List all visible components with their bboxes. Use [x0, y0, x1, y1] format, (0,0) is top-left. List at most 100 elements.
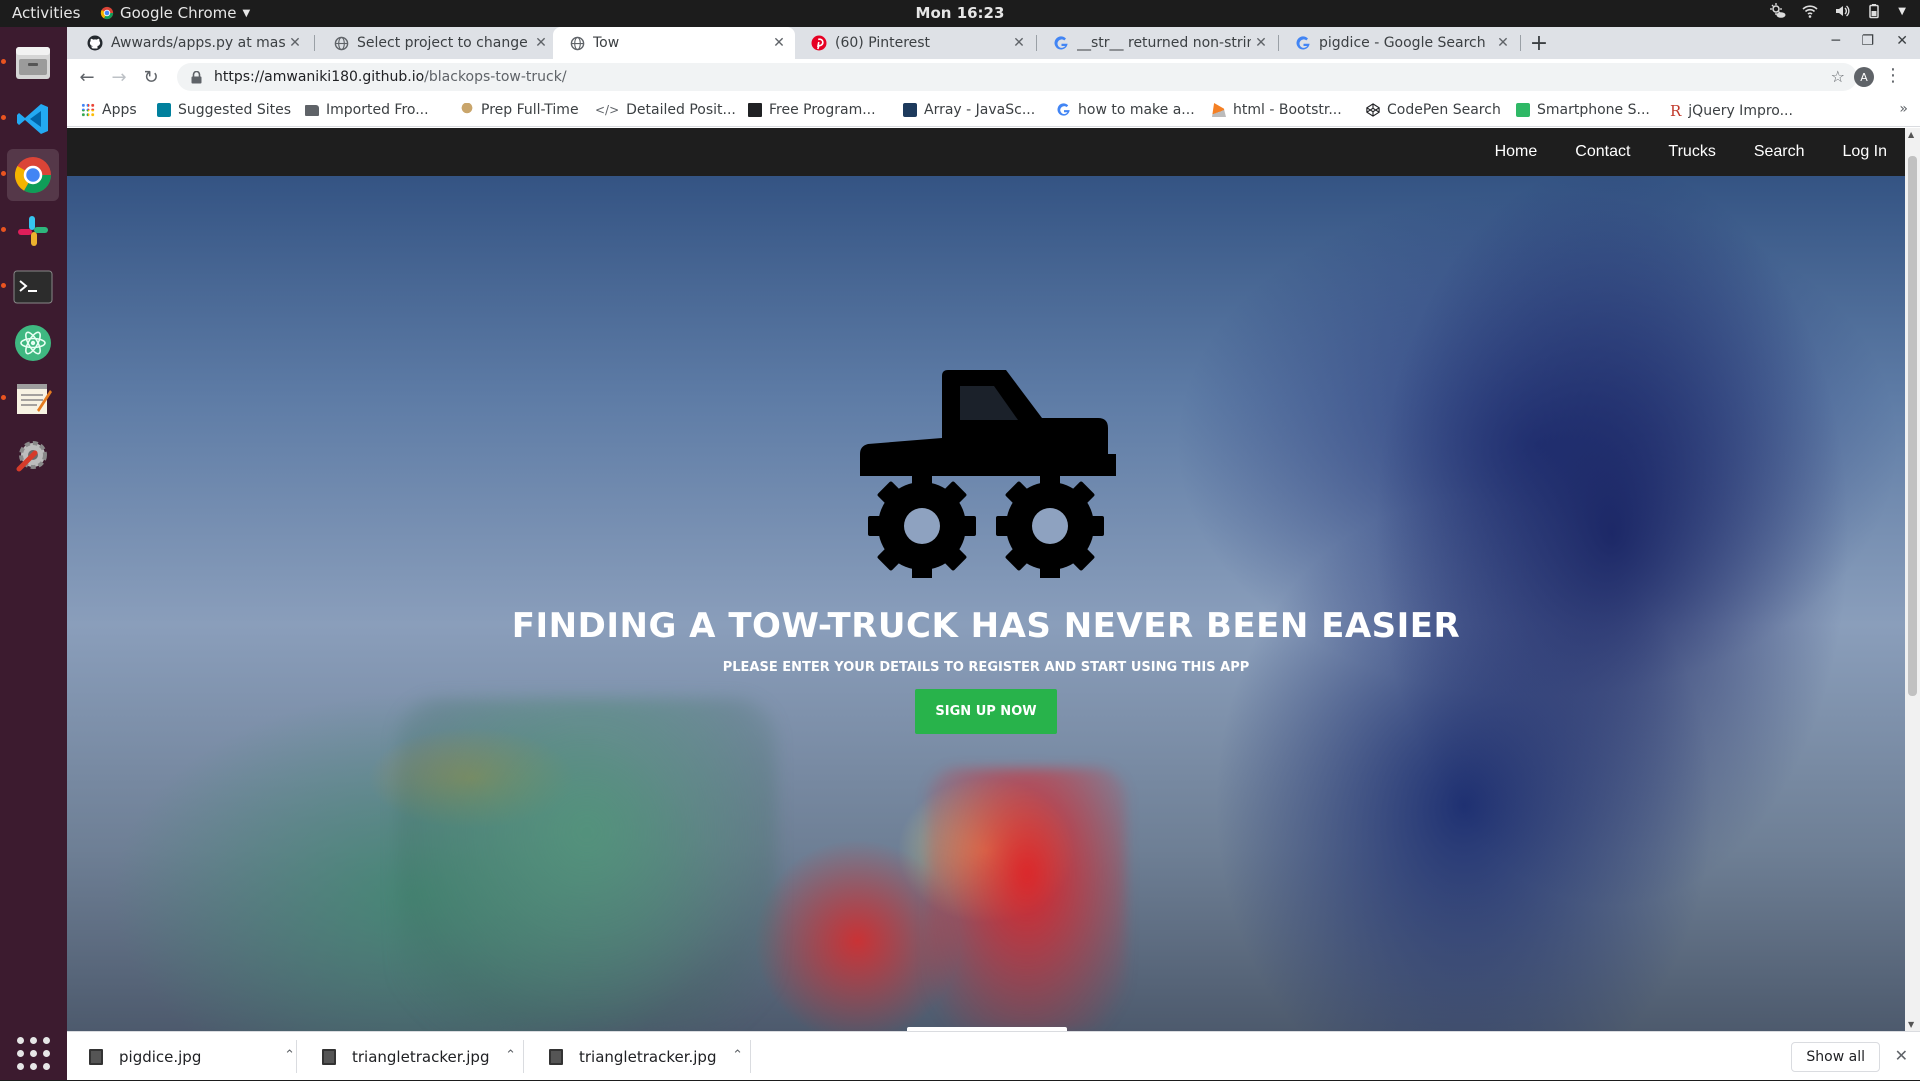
bookmark-imported[interactable]: Imported Fro... — [305, 102, 429, 118]
forward-button[interactable]: → — [107, 65, 131, 89]
chevron-up-icon[interactable]: ⌃ — [284, 1048, 295, 1063]
chrome-menu-icon[interactable]: ⋮ — [1884, 65, 1902, 86]
tree-icon — [460, 103, 474, 117]
dock-slack[interactable] — [7, 205, 59, 257]
lock-icon — [191, 70, 202, 83]
codepen-icon — [1366, 103, 1380, 117]
show-applications-button[interactable] — [7, 1027, 59, 1079]
bookmark-detailed-posit[interactable]: </> Detailed Posit... — [595, 102, 736, 118]
vscode-icon — [17, 104, 48, 134]
bookmark-label: Smartphone S... — [1537, 102, 1650, 118]
nav-search-link[interactable]: Search — [1754, 143, 1805, 161]
nav-login-link[interactable]: Log In — [1843, 143, 1887, 161]
download-item[interactable]: pigdice.jpg ⌃ — [67, 1032, 309, 1081]
dock-files[interactable] — [7, 37, 59, 89]
dock-atom[interactable] — [7, 317, 59, 369]
tab-select-project[interactable]: Select project to change | ✕ — [317, 27, 557, 59]
close-tab-icon[interactable]: ✕ — [769, 35, 789, 51]
chevron-up-icon[interactable]: ⌃ — [732, 1048, 743, 1063]
bookmark-array-javascript[interactable]: Array - JavaSc... — [903, 102, 1035, 118]
tab-str-returned[interactable]: __str__ returned non-strin ✕ — [1037, 27, 1277, 59]
book-icon — [748, 103, 762, 117]
profile-avatar[interactable]: A — [1854, 67, 1874, 87]
close-tab-icon[interactable]: ✕ — [1251, 35, 1271, 51]
tab-awwards[interactable]: Awwards/apps.py at mast ✕ — [71, 27, 311, 59]
dock-vscode[interactable] — [7, 93, 59, 145]
bookmark-label: how to make a... — [1078, 102, 1195, 118]
bookmarks-overflow-icon[interactable]: » — [1899, 101, 1908, 117]
reload-button[interactable]: ↻ — [139, 65, 163, 89]
close-tab-icon[interactable]: ✕ — [1493, 35, 1513, 51]
r-icon: R — [1670, 102, 1682, 120]
image-file-icon — [322, 1048, 336, 1065]
bookmark-html-bootstrap[interactable]: html - Bootstr... — [1212, 102, 1342, 118]
bookmarks-bar: Apps Suggested Sites Imported Fro... Pre… — [67, 95, 1920, 127]
dock-chrome[interactable] — [7, 149, 59, 201]
github-icon — [87, 35, 103, 51]
notepad-icon — [17, 384, 52, 414]
hero-content: FINDING A TOW-TRUCK HAS NEVER BEEN EASIE… — [67, 368, 1905, 734]
code-icon: </> — [595, 103, 620, 117]
activities-button[interactable]: Activities — [12, 4, 80, 22]
dock-text-editor[interactable] — [7, 373, 59, 425]
vertical-scrollbar[interactable]: ▲ ▼ — [1905, 128, 1920, 1031]
tab-title: (60) Pinterest — [835, 35, 931, 51]
download-item[interactable]: triangletracker.jpg ⌃ — [527, 1032, 757, 1081]
bookmark-star-icon[interactable]: ☆ — [1831, 67, 1845, 86]
close-window-icon[interactable]: ✕ — [1896, 33, 1908, 49]
terminal-icon — [13, 270, 53, 304]
bookmark-suggested-sites[interactable]: Suggested Sites — [157, 102, 291, 118]
tab-tow-active[interactable]: Tow ✕ — [553, 27, 795, 59]
bookmark-apps[interactable]: Apps — [81, 102, 137, 118]
nav-home-link[interactable]: Home — [1495, 143, 1538, 161]
image-file-icon — [89, 1048, 103, 1065]
scrollbar-thumb[interactable] — [1908, 156, 1917, 696]
apps-grid-icon — [16, 1036, 50, 1070]
download-item[interactable]: triangletracker.jpg ⌃ — [300, 1032, 530, 1081]
bookmark-free-program[interactable]: Free Program... — [748, 102, 876, 118]
download-filename: pigdice.jpg — [119, 1047, 202, 1066]
sign-up-button[interactable]: SIGN UP NOW — [915, 689, 1057, 734]
dock-settings[interactable] — [7, 429, 59, 481]
bookmark-jquery[interactable]: R jQuery Impro... — [1670, 102, 1793, 120]
monster-truck-icon — [860, 370, 1116, 578]
close-tab-icon[interactable]: ✕ — [531, 35, 551, 51]
wifi-icon — [1802, 5, 1818, 18]
file-cabinet-icon — [16, 47, 50, 79]
url-host: https://amwaniki180.github.io — [214, 69, 425, 85]
address-bar[interactable]: https://amwaniki180.github.io/blackops-t… — [177, 63, 1857, 91]
tab-pigdice-search[interactable]: pigdice - Google Search ✕ — [1279, 27, 1519, 59]
bookmark-codepen[interactable]: CodePen Search — [1366, 102, 1501, 118]
dock-terminal[interactable] — [7, 261, 59, 313]
hero-headline: FINDING A TOW-TRUCK HAS NEVER BEEN EASIE… — [511, 606, 1461, 646]
nav-contact-link[interactable]: Contact — [1575, 143, 1630, 161]
close-tab-icon[interactable]: ✕ — [1009, 35, 1029, 51]
tab-pinterest[interactable]: (60) Pinterest ✕ — [795, 27, 1035, 59]
show-all-downloads-button[interactable]: Show all — [1791, 1042, 1880, 1072]
stackoverflow-icon — [1212, 103, 1226, 117]
nav-trucks-link[interactable]: Trucks — [1668, 143, 1715, 161]
chevron-down-icon: ▼ — [242, 7, 251, 19]
bookmark-label: Free Program... — [769, 102, 876, 118]
system-tray[interactable]: ▼ — [1770, 3, 1906, 19]
new-tab-button[interactable]: + — [1523, 27, 1555, 59]
apps-grid-icon — [81, 103, 95, 117]
slack-icon — [18, 216, 48, 246]
bookmark-smartphone[interactable]: Smartphone S... — [1516, 102, 1650, 118]
back-button[interactable]: ← — [75, 65, 99, 89]
chevron-up-icon[interactable]: ⌃ — [505, 1048, 516, 1063]
close-tab-icon[interactable]: ✕ — [285, 35, 305, 51]
tab-title: pigdice - Google Search — [1319, 35, 1486, 51]
scroll-up-icon[interactable]: ▲ — [1908, 130, 1914, 139]
gnome-top-bar: Activities Google Chrome ▼ Mon 16:23 ▼ — [0, 0, 1920, 27]
app-menu[interactable]: Google Chrome ▼ — [100, 4, 250, 22]
bookmark-prep-full-time[interactable]: Prep Full-Time — [460, 102, 579, 118]
bookmark-label: Suggested Sites — [178, 102, 292, 118]
close-download-shelf-icon[interactable]: ✕ — [1895, 1046, 1908, 1065]
minimize-icon[interactable]: ─ — [1832, 33, 1840, 49]
restore-icon[interactable]: ❐ — [1861, 33, 1874, 49]
scroll-down-icon[interactable]: ▼ — [1908, 1020, 1914, 1029]
bookmark-how-to-make[interactable]: how to make a... — [1057, 102, 1195, 118]
clock[interactable]: Mon 16:23 — [916, 4, 1005, 22]
bookmark-label: Imported Fro... — [326, 102, 429, 118]
